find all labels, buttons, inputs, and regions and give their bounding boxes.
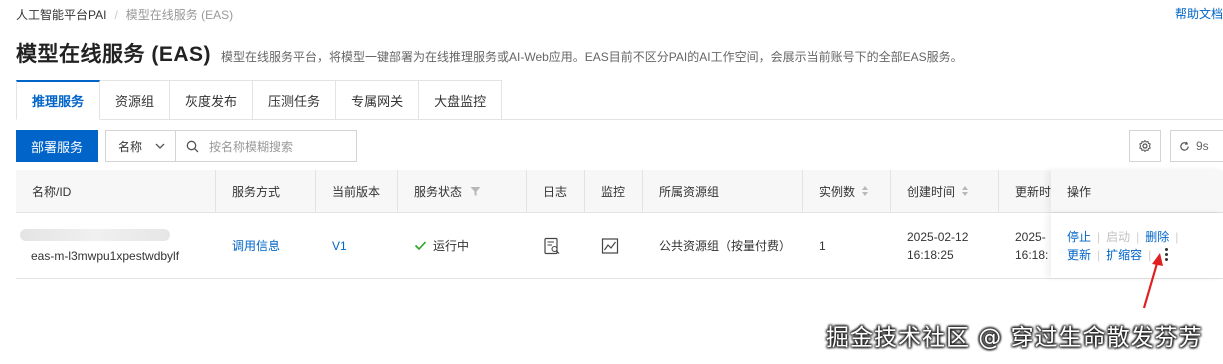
column-header-status: 服务状态 — [398, 170, 527, 212]
monitor-cell — [585, 213, 643, 278]
method-cell: 调用信息 — [216, 213, 316, 278]
service-id[interactable]: eas-m-l3mwpu1xpestwdbylf — [20, 249, 179, 263]
search-filter: 名称 按名称模糊搜索 — [105, 130, 357, 162]
search-input[interactable]: 按名称模糊搜索 — [176, 131, 356, 161]
column-header-version-label: 当前版本 — [332, 184, 381, 199]
column-header-status-label: 服务状态 — [414, 184, 463, 199]
column-header-actions-label: 操作 — [1067, 184, 1092, 199]
toolbar: 部署服务 名称 按名称模糊搜索 9s — [16, 130, 1223, 162]
breadcrumb-current: 模型在线服务 (EAS) — [125, 8, 234, 22]
column-header-name-label: 名称/ID — [32, 184, 72, 199]
created-time: 16:18:25 — [907, 247, 954, 262]
table-row: eas-m-l3mwpu1xpestwdbylf 调用信息 V1 运行中 公共资… — [16, 213, 1223, 279]
refresh-interval: 9s — [1196, 139, 1209, 153]
refresh-icon — [1180, 141, 1189, 151]
column-header-monitor-label: 监控 — [601, 184, 626, 199]
page-header: 模型在线服务 (EAS) 模型在线服务平台，将模型一键部署为在线推理服务或AI-… — [16, 38, 963, 68]
column-header-resource-group: 所属资源组 — [643, 170, 803, 212]
filter-field-label: 名称 — [118, 139, 143, 154]
tab-stress-test[interactable]: 压测任务 — [253, 80, 337, 120]
tab-resource-group[interactable]: 资源组 — [100, 80, 171, 120]
tab-bar: 推理服务 资源组 灰度发布 压测任务 专属网关 大盘监控 — [16, 80, 1223, 120]
table-header: 名称/ID 服务方式 当前版本 服务状态 日志 监控 所属资源组 实例数 创建时… — [16, 170, 1223, 213]
resource-group-cell: 公共资源组（按量付费） — [643, 213, 803, 278]
help-docs-link[interactable]: 帮助文档 — [1175, 5, 1223, 22]
delete-button[interactable]: 删除 — [1145, 228, 1169, 245]
log-icon[interactable] — [543, 237, 561, 255]
updated-time: 16:18: — [1015, 247, 1049, 262]
column-header-updated-label: 更新时 — [1015, 184, 1051, 199]
sort-icon — [862, 186, 869, 196]
filter-field-select[interactable]: 名称 — [106, 131, 176, 161]
column-header-resource-group-label: 所属资源组 — [659, 184, 720, 199]
updated-date: 2025- — [1015, 229, 1046, 244]
tab-inference-service[interactable]: 推理服务 — [16, 80, 101, 120]
instances-value: 1 — [819, 238, 826, 253]
stop-button[interactable]: 停止 — [1067, 228, 1091, 245]
page-title: 模型在线服务 (EAS) — [16, 43, 211, 66]
column-header-instances-label: 实例数 — [819, 184, 856, 199]
divider: | — [1097, 247, 1101, 262]
tab-canary-release[interactable]: 灰度发布 — [170, 80, 254, 120]
breadcrumb: 人工智能平台PAI / 模型在线服务 (EAS) — [16, 6, 233, 23]
created-time-cell: 2025-02-12 16:18:25 — [891, 213, 999, 278]
instances-cell: 1 — [803, 213, 891, 278]
actions-row-1: 停止 | 启动 | 删除 | — [1067, 228, 1184, 246]
column-header-created-label: 创建时间 — [907, 184, 956, 199]
divider: | — [1175, 229, 1179, 244]
start-button[interactable]: 启动 — [1106, 228, 1130, 245]
redacted-service-name — [20, 228, 170, 241]
deploy-service-button[interactable]: 部署服务 — [16, 130, 98, 162]
column-header-updated[interactable]: 更新时 — [999, 170, 1051, 212]
service-table: 名称/ID 服务方式 当前版本 服务状态 日志 监控 所属资源组 实例数 创建时… — [16, 170, 1223, 279]
divider: | — [1136, 229, 1140, 244]
search-icon — [186, 140, 199, 152]
status-cell: 运行中 — [398, 213, 527, 278]
column-header-log: 日志 — [527, 170, 585, 212]
watermark: 掘金技术社区 @ 穿过生命散发芬芳 — [826, 325, 1203, 351]
log-cell — [527, 213, 585, 278]
column-header-instances[interactable]: 实例数 — [803, 170, 891, 212]
tab-dedicated-gateway[interactable]: 专属网关 — [336, 80, 420, 120]
column-header-monitor: 监控 — [585, 170, 643, 212]
monitor-chart-icon[interactable] — [601, 237, 619, 255]
updated-time-cell: 2025- 16:18: — [999, 213, 1051, 278]
created-date: 2025-02-12 — [907, 229, 969, 244]
column-header-log-label: 日志 — [543, 184, 568, 199]
breadcrumb-separator: / — [114, 7, 118, 22]
tab-dashboard-monitor[interactable]: 大盘监控 — [419, 80, 503, 120]
filter-icon[interactable] — [470, 186, 481, 197]
divider: | — [1097, 229, 1101, 244]
chevron-down-icon — [155, 143, 165, 149]
check-icon — [414, 241, 427, 251]
status-badge: 运行中 — [433, 239, 470, 253]
version-link[interactable]: V1 — [332, 239, 347, 253]
auto-refresh-button[interactable]: 9s — [1170, 130, 1223, 162]
invocation-info-link[interactable]: 调用信息 — [232, 237, 280, 254]
column-header-method: 服务方式 — [216, 170, 316, 212]
column-header-actions: 操作 — [1051, 170, 1223, 212]
actions-cell: 停止 | 启动 | 删除 | 更新 | 扩缩容 | — [1051, 213, 1223, 278]
breadcrumb-root-link[interactable]: 人工智能平台PAI — [16, 6, 106, 23]
column-header-name: 名称/ID — [16, 170, 216, 212]
gear-icon — [1139, 139, 1151, 153]
service-name-cell: eas-m-l3mwpu1xpestwdbylf — [16, 213, 216, 278]
column-header-method-label: 服务方式 — [232, 184, 281, 199]
column-header-version: 当前版本 — [316, 170, 398, 212]
version-cell: V1 — [316, 213, 398, 278]
sort-icon — [962, 186, 969, 196]
column-settings-button[interactable] — [1129, 130, 1161, 162]
update-button[interactable]: 更新 — [1067, 246, 1091, 263]
search-placeholder: 按名称模糊搜索 — [209, 139, 294, 154]
page-description: 模型在线服务平台，将模型一键部署为在线推理服务或AI-Web应用。EAS目前不区… — [221, 50, 963, 64]
scale-button[interactable]: 扩缩容 — [1106, 246, 1142, 263]
annotation-arrow-icon — [1142, 253, 1163, 309]
column-header-created[interactable]: 创建时间 — [891, 170, 999, 212]
resource-group-value: 公共资源组（按量付费） — [659, 239, 792, 253]
